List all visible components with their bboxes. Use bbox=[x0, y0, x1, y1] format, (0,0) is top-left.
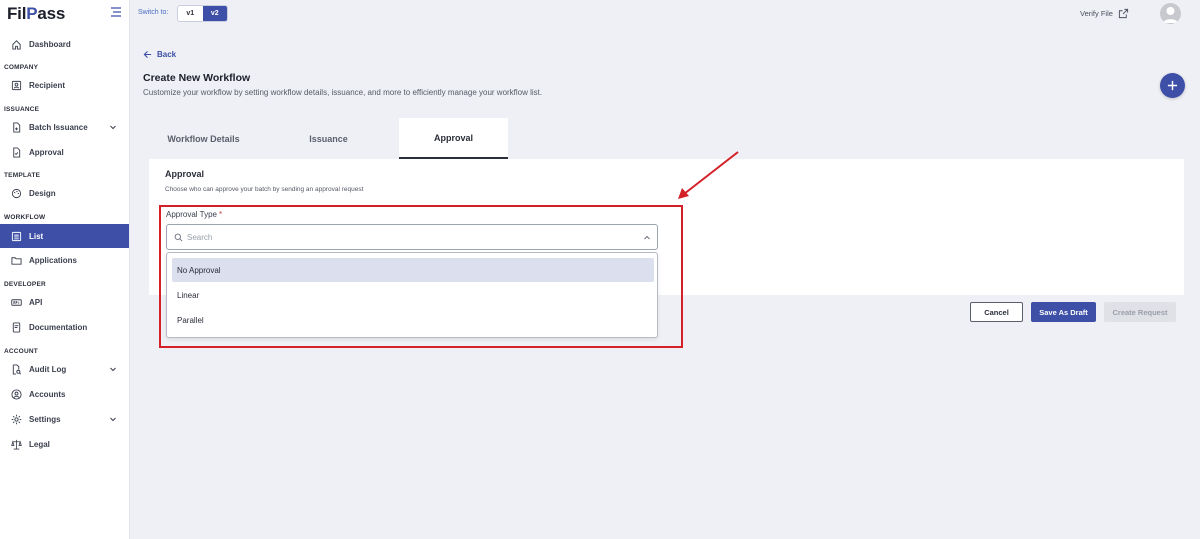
sidebar-item-label: Applications bbox=[29, 255, 78, 265]
sidebar-item-documentation[interactable]: Documentation bbox=[0, 315, 129, 339]
panel-title: Approval bbox=[165, 169, 205, 179]
approval-type-label: Approval Type * bbox=[166, 210, 222, 219]
sidebar-item-label: Batch Issuance bbox=[29, 122, 88, 132]
sidebar-item-label: Dashboard bbox=[29, 39, 71, 49]
app-logo[interactable]: FilPass bbox=[7, 4, 65, 24]
document-check-icon bbox=[10, 146, 22, 158]
document-add-icon bbox=[10, 121, 22, 133]
logo-text-prefix: Fil bbox=[7, 4, 27, 23]
logo-text-suffix: ass bbox=[37, 4, 66, 23]
back-label: Back bbox=[157, 50, 177, 59]
verify-file-link[interactable]: Verify File bbox=[1080, 8, 1129, 19]
page-title: Create New Workflow bbox=[143, 72, 251, 84]
gear-icon bbox=[10, 413, 22, 425]
sidebar-item-label: Audit Log bbox=[29, 364, 67, 374]
user-circle-icon bbox=[10, 388, 22, 400]
palette-icon bbox=[10, 187, 22, 199]
contact-card-icon bbox=[10, 79, 22, 91]
chevron-down-icon[interactable] bbox=[109, 365, 117, 373]
list-icon bbox=[10, 230, 22, 242]
approval-type-label-text: Approval Type bbox=[166, 210, 217, 219]
version-v1-button[interactable]: v1 bbox=[178, 6, 203, 21]
sidebar-item-label: Recipient bbox=[29, 80, 66, 90]
page-subtitle: Customize your workflow by setting workf… bbox=[143, 88, 543, 97]
sidebar-item-label: Design bbox=[29, 188, 56, 198]
sidebar-item-accounts[interactable]: Accounts bbox=[0, 382, 129, 406]
sidebar-item-design[interactable]: Design bbox=[0, 181, 129, 205]
scale-icon bbox=[10, 438, 22, 450]
external-link-icon bbox=[1118, 8, 1129, 19]
chevron-down-icon[interactable] bbox=[109, 415, 117, 423]
sidebar-item-dashboard[interactable]: Dashboard bbox=[0, 32, 129, 56]
document-search-icon bbox=[10, 363, 22, 375]
api-icon bbox=[10, 296, 22, 308]
home-icon bbox=[10, 38, 22, 50]
chevron-up-icon[interactable] bbox=[643, 234, 651, 242]
sidebar-section-issuance: ISSUANCE bbox=[4, 106, 40, 113]
option-linear[interactable]: Linear bbox=[172, 283, 654, 307]
option-no-approval[interactable]: No Approval bbox=[172, 258, 654, 282]
tab-issuance[interactable]: Issuance bbox=[274, 118, 383, 159]
approval-type-dropdown: No Approval Linear Parallel bbox=[166, 252, 658, 338]
verify-file-label: Verify File bbox=[1080, 9, 1113, 18]
cancel-button[interactable]: Cancel bbox=[970, 302, 1023, 322]
search-icon bbox=[174, 233, 183, 241]
sidebar-item-label: Settings bbox=[29, 414, 61, 424]
tab-workflow-details[interactable]: Workflow Details bbox=[149, 118, 258, 159]
user-avatar[interactable] bbox=[1160, 3, 1181, 24]
logo-text-accent: P bbox=[26, 4, 38, 23]
save-as-draft-button[interactable]: Save As Draft bbox=[1031, 302, 1096, 322]
sidebar-item-api[interactable]: API bbox=[0, 290, 129, 314]
sidebar-item-applications[interactable]: Applications bbox=[0, 248, 129, 272]
sidebar: FilPass Dashboard COMPANY Recipient ISSU… bbox=[0, 0, 130, 539]
sidebar-item-label: List bbox=[29, 231, 44, 241]
sidebar-section-developer: DEVELOPER bbox=[4, 281, 46, 288]
menu-collapse-icon[interactable] bbox=[110, 6, 122, 18]
top-bar: Switch to: v1 v2 Verify File bbox=[130, 0, 1200, 28]
sidebar-section-company: COMPANY bbox=[4, 64, 39, 71]
sidebar-section-account: ACCOUNT bbox=[4, 348, 38, 355]
add-button[interactable] bbox=[1160, 73, 1185, 98]
user-silhouette-icon bbox=[1163, 7, 1178, 23]
sidebar-section-template: TEMPLATE bbox=[4, 172, 41, 179]
sidebar-item-label: Approval bbox=[29, 147, 64, 157]
sidebar-item-settings[interactable]: Settings bbox=[0, 407, 129, 431]
sidebar-item-label: API bbox=[29, 297, 43, 307]
panel-description: Choose who can approve your batch by sen… bbox=[165, 186, 364, 193]
version-switch: v1 v2 bbox=[177, 5, 228, 22]
sidebar-item-legal[interactable]: Legal bbox=[0, 432, 129, 456]
sidebar-item-label: Accounts bbox=[29, 389, 66, 399]
required-mark: * bbox=[219, 210, 223, 219]
chevron-down-icon[interactable] bbox=[109, 123, 117, 131]
sidebar-item-approval[interactable]: Approval bbox=[0, 140, 129, 164]
approval-type-select[interactable] bbox=[166, 224, 658, 250]
sidebar-item-list[interactable]: List bbox=[0, 224, 129, 248]
back-button[interactable]: Back bbox=[143, 50, 176, 59]
arrow-left-icon bbox=[143, 50, 152, 59]
folder-icon bbox=[10, 254, 22, 266]
plus-icon bbox=[1167, 80, 1178, 91]
version-v2-button[interactable]: v2 bbox=[202, 6, 227, 21]
sidebar-item-audit-log[interactable]: Audit Log bbox=[0, 357, 129, 381]
approval-type-search-input[interactable] bbox=[187, 232, 627, 242]
version-switch-label: Switch to: bbox=[138, 9, 169, 16]
sidebar-item-recipient[interactable]: Recipient bbox=[0, 73, 129, 97]
sidebar-item-batch-issuance[interactable]: Batch Issuance bbox=[0, 115, 129, 139]
tab-approval[interactable]: Approval bbox=[399, 118, 508, 159]
sidebar-item-label: Legal bbox=[29, 439, 50, 449]
sidebar-section-workflow: WORKFLOW bbox=[4, 214, 46, 221]
sidebar-item-label: Documentation bbox=[29, 322, 88, 332]
option-parallel[interactable]: Parallel bbox=[172, 308, 654, 332]
book-icon bbox=[10, 321, 22, 333]
create-request-button[interactable]: Create Request bbox=[1104, 302, 1176, 322]
